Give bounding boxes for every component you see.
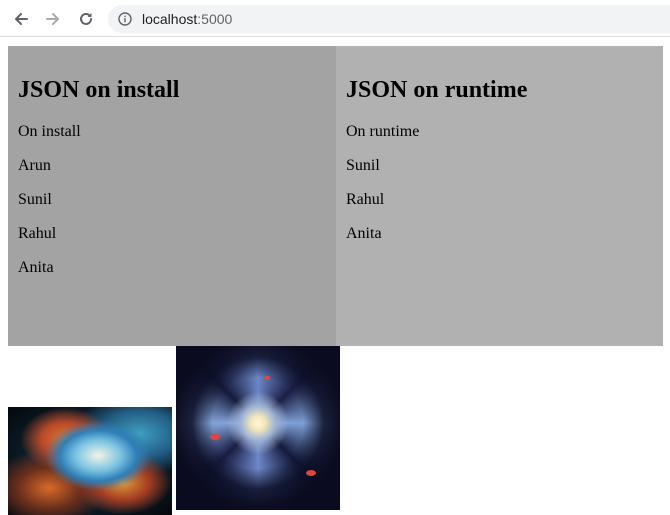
install-item: Anita: [18, 259, 54, 276]
info-icon[interactable]: [118, 12, 132, 26]
runtime-item: Rahul: [346, 191, 385, 208]
galaxy-hii-region: [264, 376, 270, 380]
install-panel-title: JSON on install: [18, 77, 180, 103]
browser-toolbar: localhost:5000: [0, 0, 670, 37]
galaxy-halo: [176, 346, 340, 510]
crab-nebula-image: [8, 407, 172, 515]
runtime-item: Anita: [346, 225, 382, 242]
install-panel: JSON on install On install Arun Sunil Ra…: [8, 46, 336, 346]
forward-arrow-icon: [46, 13, 59, 25]
runtime-panel-title: JSON on runtime: [346, 77, 528, 103]
install-item: Sunil: [18, 191, 52, 208]
runtime-item: Sunil: [346, 157, 380, 174]
install-item: On install: [18, 123, 81, 140]
galaxy-hii-region: [306, 470, 316, 476]
url-text: localhost:5000: [142, 11, 232, 27]
back-button[interactable]: [10, 8, 32, 30]
install-item: Arun: [18, 157, 51, 174]
runtime-panel: JSON on runtime On runtime Sunil Rahul A…: [336, 46, 663, 346]
back-arrow-icon: [15, 13, 28, 25]
pinwheel-galaxy-image: [176, 346, 340, 510]
address-bar[interactable]: localhost:5000: [108, 5, 670, 33]
forward-button[interactable]: [42, 8, 64, 30]
install-item: Rahul: [18, 225, 57, 242]
url-port: :5000: [197, 11, 233, 27]
url-host: localhost: [142, 11, 198, 27]
runtime-item: On runtime: [346, 123, 420, 140]
reload-icon: [80, 12, 92, 25]
reload-button[interactable]: [75, 8, 97, 30]
galaxy-hii-region: [210, 434, 220, 440]
json-panels: JSON on install On install Arun Sunil Ra…: [8, 46, 663, 346]
